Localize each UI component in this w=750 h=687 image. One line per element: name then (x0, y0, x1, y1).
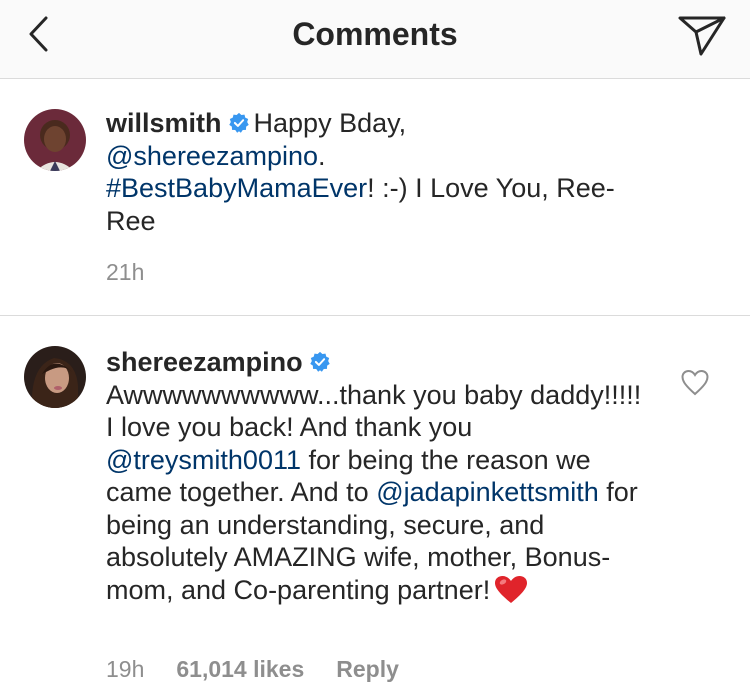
comment-username[interactable]: willsmith (106, 108, 222, 138)
likes-count[interactable]: 61,014 likes (176, 656, 304, 683)
comment-username[interactable]: shereezampino (106, 347, 303, 377)
comment-timestamp: 19h (106, 656, 145, 682)
mention-link[interactable]: @treysmith0011 (106, 445, 301, 475)
reply-button[interactable]: Reply (336, 656, 399, 683)
top-nav-bar: Comments (0, 0, 750, 79)
verified-badge-icon (309, 351, 330, 372)
avatar[interactable] (24, 346, 86, 408)
hashtag-link[interactable]: #BestBabyMamaEver (106, 173, 367, 203)
mention-link[interactable]: @shereezampino (106, 141, 318, 171)
comment-meta: 19h 61,014 likes Reply (106, 656, 399, 683)
paper-plane-icon (678, 16, 726, 56)
comment-timestamp: 21h (106, 259, 145, 285)
comment-meta: 21h (106, 259, 144, 286)
share-button[interactable] (674, 10, 730, 58)
mention-link[interactable]: @jadapinkettsmith (376, 477, 599, 507)
verified-badge-icon (228, 112, 249, 133)
comment-item: shereezampino Awwwwwwwwww...thank you bab… (0, 316, 750, 687)
comment-text: willsmith Happy Bday, @shereezampino. #Best… (106, 108, 615, 236)
heart-outline-icon (681, 369, 709, 396)
avatar[interactable] (24, 109, 86, 171)
comment-text: shereezampino Awwwwwwwwww...thank you bab… (106, 347, 642, 605)
comment-item: willsmith Happy Bday, @shereezampino. #Best… (0, 79, 750, 316)
red-heart-emoji-icon (495, 575, 528, 603)
like-comment-button[interactable] (680, 368, 710, 398)
page-title: Comments (292, 16, 458, 52)
